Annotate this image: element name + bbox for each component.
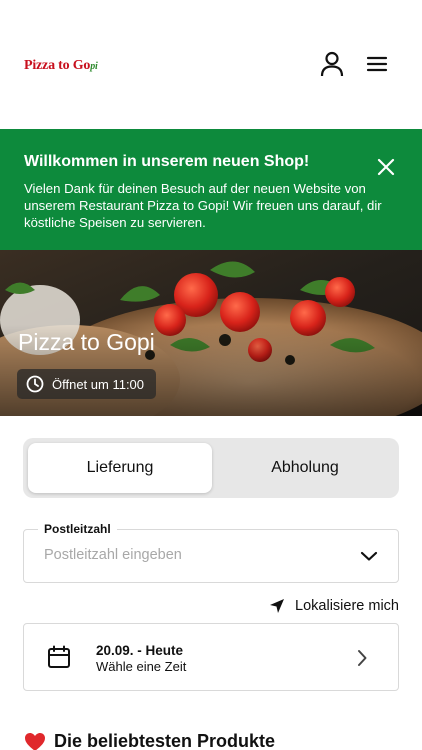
heart-icon [25,732,45,750]
welcome-banner: Willkommen in unserem neuen Shop! Vielen… [0,129,422,250]
date-subtitle: Wähle eine Zeit [96,659,187,674]
opening-hours-text: Öffnet um 11:00 [52,376,145,392]
location-arrow-icon [270,599,285,613]
close-icon[interactable] [376,157,396,177]
calendar-icon [48,645,70,668]
opening-hours-badge: Öffnet um 11:00 [17,369,157,399]
postcode-label: Postleitzahl [38,522,117,536]
chevron-down-icon[interactable] [360,550,378,562]
menu-button[interactable] [363,50,391,78]
date-time-selector[interactable]: 20.09. - Heute Wähle eine Zeit [23,623,399,691]
date-title: 20.09. - Heute [96,643,184,658]
order-mode-toggle: Lieferung Abholung [23,438,399,498]
account-button[interactable] [318,50,346,78]
tab-pickup[interactable]: Abholung [213,443,397,493]
postcode-input[interactable] [44,547,344,563]
popular-products-title: Die beliebtesten Produkte [54,731,276,750]
chevron-right-icon [358,650,367,666]
logo[interactable]: Pizza to Gopi [24,58,98,74]
banner-text: Vielen Dank für deinen Besuch auf der ne… [24,181,382,230]
logo-suffix: pi [90,61,98,72]
hamburger-menu-icon [366,56,388,72]
locate-me-button[interactable]: Lokalisiere mich [269,598,399,614]
restaurant-name: Pizza to Gopi [18,329,155,355]
locate-me-label: Lokalisiere mich [295,598,399,614]
popular-products-heading: Die beliebtesten Produkte [24,731,275,750]
user-icon [320,51,344,77]
clock-icon [26,375,44,393]
header: Pizza to Gopi [0,0,422,129]
logo-text: Pizza to Go [24,58,91,73]
tab-delivery[interactable]: Lieferung [28,443,212,493]
banner-title: Willkommen in unserem neuen Shop! [24,153,310,170]
postcode-field[interactable]: Postleitzahl [23,522,399,583]
